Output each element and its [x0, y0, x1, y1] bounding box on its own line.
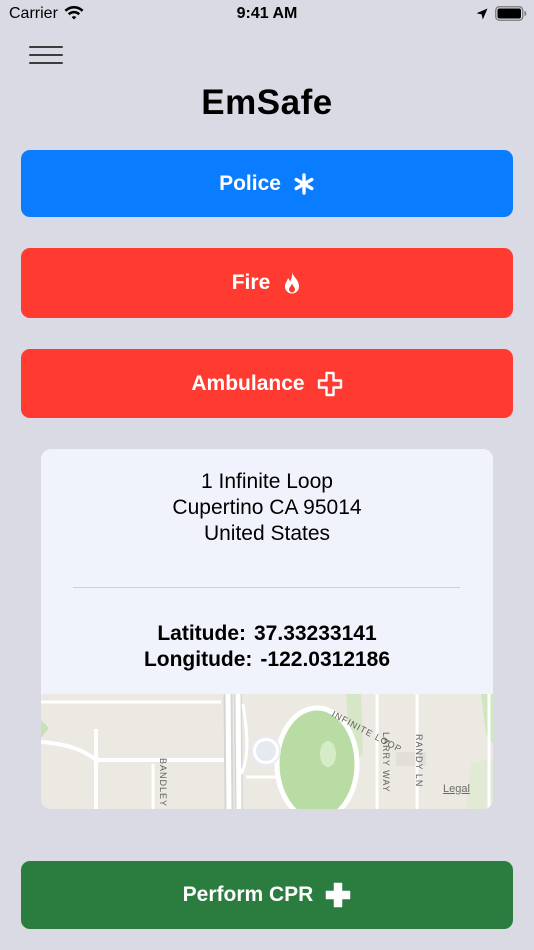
location-card: 1 Infinite Loop Cupertino CA 95014 Unite…	[41, 449, 493, 809]
clock-time: 9:41 AM	[236, 5, 298, 22]
medical-cross-filled-icon	[325, 882, 351, 908]
address-line-1: 1 Infinite Loop	[201, 470, 333, 493]
ambulance-button[interactable]: Ambulance	[21, 349, 513, 418]
flame-icon	[282, 271, 302, 296]
longitude-value: -122.0312186	[260, 648, 391, 671]
fire-button-label: Fire	[231, 271, 271, 294]
divider	[73, 587, 460, 588]
app-title: EmSafe	[201, 83, 333, 122]
police-button[interactable]: Police	[21, 150, 513, 217]
battery-icon	[495, 6, 527, 26]
hamburger-menu-icon[interactable]	[29, 44, 64, 66]
perform-cpr-button-label: Perform CPR	[182, 883, 314, 906]
longitude-label: Longitude:	[143, 648, 253, 671]
map-label-bandley: BANDLEY	[158, 758, 168, 807]
fire-button[interactable]: Fire	[21, 248, 513, 318]
map-view[interactable]: INFINITE LOOP BANDLEY LARRY WAY RANDY LN…	[41, 694, 493, 809]
latitude-row: Latitude: 37.33233141	[41, 621, 493, 647]
latitude-label: Latitude:	[157, 622, 246, 645]
police-button-label: Police	[219, 171, 281, 195]
status-bar: Carrier 9:41 AM	[0, 0, 534, 28]
map-label-randy-ln: RANDY LN	[414, 734, 424, 787]
coordinates-block: Latitude: 37.33233141 Longitude: -122.0312…	[41, 621, 493, 673]
map-label-larry-way: LARRY WAY	[381, 732, 391, 793]
perform-cpr-button[interactable]: Perform CPR	[21, 861, 513, 929]
longitude-row: Longitude: -122.0312186	[41, 647, 493, 673]
asterisk-icon	[293, 172, 315, 195]
address-line-2: Cupertino CA 95014	[172, 496, 362, 519]
address-line-3: United States	[203, 522, 331, 545]
address-block: 1 Infinite Loop Cupertino CA 95014 Unite…	[41, 469, 493, 547]
location-arrow-icon	[476, 7, 488, 25]
medical-cross-outline-icon	[317, 371, 343, 397]
ambulance-button-label: Ambulance	[191, 371, 305, 395]
latitude-value: 37.33233141	[254, 622, 377, 645]
map-legal-link[interactable]: Legal	[443, 783, 470, 795]
map-graphic: INFINITE LOOP BANDLEY LARRY WAY RANDY LN	[41, 694, 493, 809]
